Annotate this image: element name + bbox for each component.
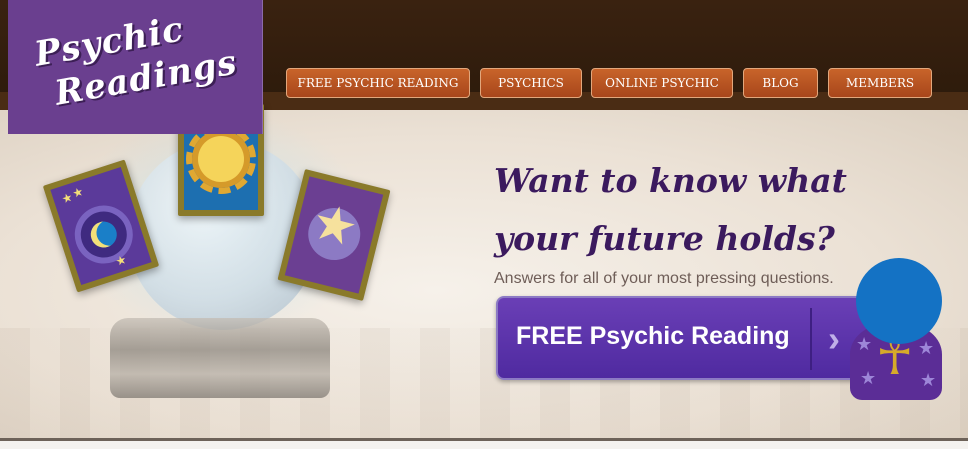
wizard-head <box>856 258 942 344</box>
site-logo[interactable]: Psychic Readings <box>8 0 263 134</box>
nav-blog[interactable]: BLOG <box>743 68 818 98</box>
free-reading-cta-button[interactable]: FREE Psychic Reading › <box>496 296 894 380</box>
headline-line-2: your future holds? <box>494 219 835 258</box>
nav-psychics[interactable]: PSYCHICS <box>480 68 582 98</box>
cta-label: FREE Psychic Reading <box>516 322 790 350</box>
sun-icon <box>198 136 244 182</box>
headline-line-1: Want to know what <box>494 161 847 200</box>
hero-headline: Want to know what your future holds? <box>494 152 874 268</box>
nav-online-psychic[interactable]: ONLINE PSYCHIC <box>591 68 733 98</box>
star-icon: ★ <box>918 338 935 358</box>
page-bottom-strip <box>0 441 968 449</box>
nav-free-psychic-reading[interactable]: FREE PSYCHIC READING <box>286 68 470 98</box>
hero-subline: Answers for all of your most pressing qu… <box>494 270 834 287</box>
star-icon: ★ <box>113 252 129 269</box>
cta-divider <box>810 308 812 370</box>
nav-members[interactable]: MEMBERS <box>828 68 932 98</box>
crystal-ball-stand <box>110 318 330 398</box>
ankh-wizard-icon: ★ ★ ★ ★ ☥ <box>846 258 946 400</box>
chevron-right-icon: › <box>828 318 840 359</box>
star-icon: ★ <box>860 368 877 388</box>
star-icon: ★ <box>856 334 873 354</box>
star-icon: ★ <box>920 370 937 390</box>
